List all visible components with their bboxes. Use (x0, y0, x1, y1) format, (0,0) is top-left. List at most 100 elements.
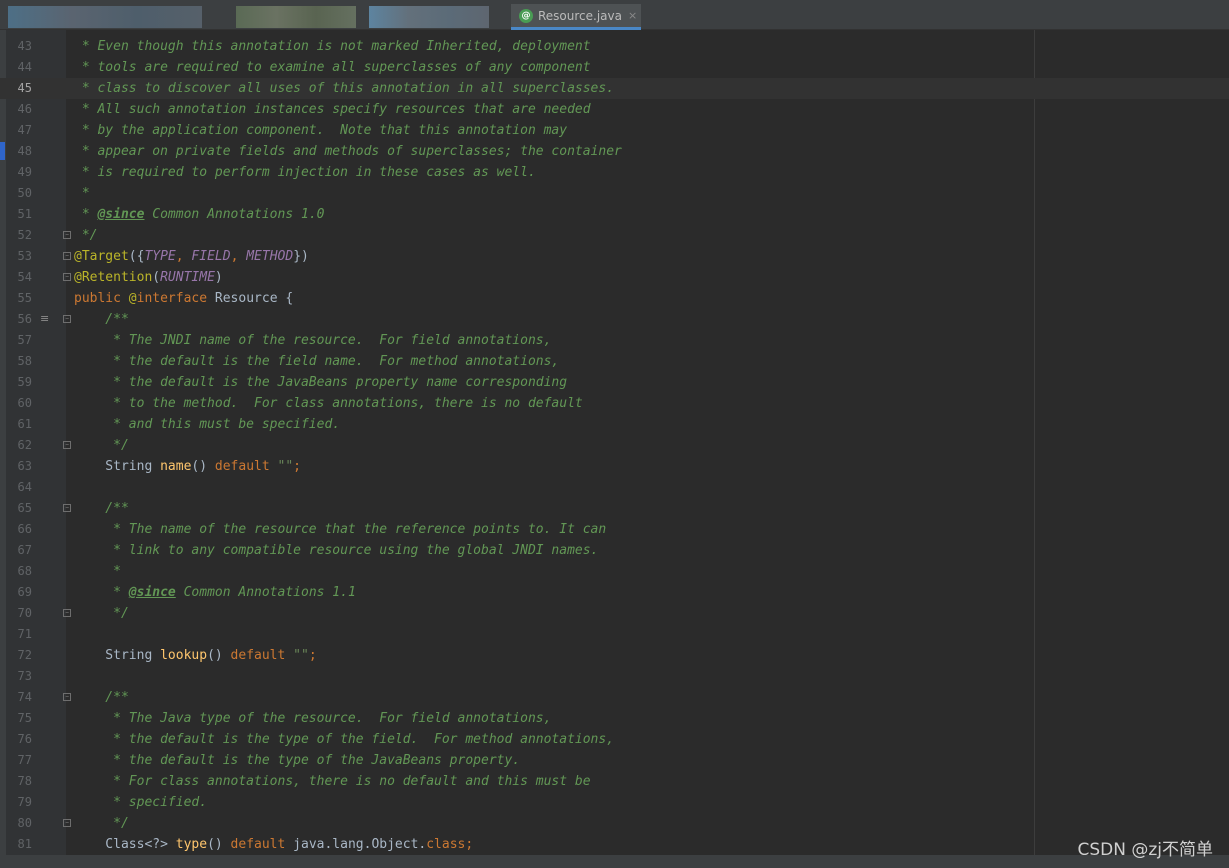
code-token: Common Annotations 1.1 (175, 585, 356, 600)
code-editor[interactable]: 43 * Even though this annotation is not … (0, 30, 1229, 868)
fold-marker-icon[interactable]: − (63, 252, 71, 260)
line-number[interactable]: 78 (6, 771, 32, 792)
code-line[interactable]: 60 * to the method. For class annotation… (0, 393, 1229, 414)
code-line[interactable]: 53 − @Target({TYPE, FIELD, METHOD}) (0, 246, 1229, 267)
fold-marker-icon[interactable]: − (63, 609, 71, 617)
line-number[interactable]: 49 (6, 162, 32, 183)
code-line[interactable]: 73 (0, 666, 1229, 687)
line-number[interactable]: 74 (6, 687, 32, 708)
line-number[interactable]: 72 (6, 645, 32, 666)
code-line[interactable]: 65 − /** (0, 498, 1229, 519)
code-line[interactable]: 51 * @since Common Annotations 1.0 (0, 204, 1229, 225)
code-line[interactable]: 77 * the default is the type of the Java… (0, 750, 1229, 771)
line-number[interactable]: 68 (6, 561, 32, 582)
code-line[interactable]: 80 − */ (0, 813, 1229, 834)
line-number[interactable]: 43 (6, 36, 32, 57)
line-number[interactable]: 64 (6, 477, 32, 498)
code-line[interactable]: 78 * For class annotations, there is no … (0, 771, 1229, 792)
tab-resource-java[interactable]: @ Resource.java × (511, 4, 641, 30)
fold-marker-icon[interactable]: − (63, 273, 71, 281)
line-number[interactable]: 75 (6, 708, 32, 729)
code-line[interactable]: 54 − @Retention(RUNTIME) (0, 267, 1229, 288)
line-number[interactable]: 53 (6, 246, 32, 267)
code-token: default (230, 648, 294, 663)
line-number[interactable]: 73 (6, 666, 32, 687)
line-number[interactable]: 61 (6, 414, 32, 435)
code-line[interactable]: 56 ≡ − /** (0, 309, 1229, 330)
code-line[interactable]: 76 * the default is the type of the fiel… (0, 729, 1229, 750)
line-number[interactable]: 44 (6, 57, 32, 78)
code-line[interactable]: 63 String name() default ""; (0, 456, 1229, 477)
line-number[interactable]: 67 (6, 540, 32, 561)
code-token: }) (293, 249, 309, 264)
fold-marker-icon[interactable]: − (63, 231, 71, 239)
code-line[interactable]: 55 public @interface Resource { (0, 288, 1229, 309)
blurred-tab-3[interactable] (369, 6, 489, 28)
code-line[interactable]: 49 * is required to perform injection in… (0, 162, 1229, 183)
line-number[interactable]: 60 (6, 393, 32, 414)
line-number[interactable]: 79 (6, 792, 32, 813)
line-number[interactable]: 76 (6, 729, 32, 750)
line-number[interactable]: 70 (6, 603, 32, 624)
code-line[interactable]: 64 (0, 477, 1229, 498)
code-line[interactable]: 62 − */ (0, 435, 1229, 456)
blurred-tab-1[interactable] (8, 6, 202, 28)
code-line[interactable]: 72 String lookup() default ""; (0, 645, 1229, 666)
fold-marker-icon[interactable]: − (63, 504, 71, 512)
code-line[interactable]: 68 * (0, 561, 1229, 582)
code-line[interactable]: 66 * The name of the resource that the r… (0, 519, 1229, 540)
line-number[interactable]: 47 (6, 120, 32, 141)
line-number[interactable]: 66 (6, 519, 32, 540)
line-number[interactable]: 52 (6, 225, 32, 246)
code-line[interactable]: 79 * specified. (0, 792, 1229, 813)
line-number[interactable]: 56 (6, 309, 32, 330)
line-number[interactable]: 62 (6, 435, 32, 456)
code-line[interactable]: 75 * The Java type of the resource. For … (0, 708, 1229, 729)
line-number[interactable]: 69 (6, 582, 32, 603)
line-number[interactable]: 59 (6, 372, 32, 393)
fold-marker-icon[interactable]: − (63, 819, 71, 827)
line-number[interactable]: 55 (6, 288, 32, 309)
line-number[interactable]: 48 (6, 141, 32, 162)
code-line[interactable]: 50 * (0, 183, 1229, 204)
code-line[interactable]: 58 * the default is the field name. For … (0, 351, 1229, 372)
line-number[interactable]: 65 (6, 498, 32, 519)
line-number[interactable]: 63 (6, 456, 32, 477)
code-line[interactable]: 57 * The JNDI name of the resource. For … (0, 330, 1229, 351)
code-text: @Target({TYPE, FIELD, METHOD}) (74, 246, 309, 267)
fold-marker-icon[interactable]: − (63, 441, 71, 449)
code-line[interactable]: 70 − */ (0, 603, 1229, 624)
code-line[interactable]: 61 * and this must be specified. (0, 414, 1229, 435)
fold-marker-icon[interactable]: − (63, 315, 71, 323)
code-line[interactable]: 67 * link to any compatible resource usi… (0, 540, 1229, 561)
line-number[interactable]: 58 (6, 351, 32, 372)
code-line[interactable]: 71 (0, 624, 1229, 645)
code-line[interactable]: 47 * by the application component. Note … (0, 120, 1229, 141)
code-line[interactable]: 46 * All such annotation instances speci… (0, 99, 1229, 120)
line-number[interactable]: 46 (6, 99, 32, 120)
line-number[interactable]: 45 (6, 78, 32, 99)
code-line[interactable]: 52 − */ (0, 225, 1229, 246)
line-number[interactable]: 50 (6, 183, 32, 204)
fold-marker-icon[interactable]: − (63, 693, 71, 701)
line-number[interactable]: 51 (6, 204, 32, 225)
code-line[interactable]: 45 * class to discover all uses of this … (0, 78, 1229, 99)
line-number[interactable]: 57 (6, 330, 32, 351)
code-line[interactable]: 74 − /** (0, 687, 1229, 708)
code-line[interactable]: 44 * tools are required to examine all s… (0, 57, 1229, 78)
blurred-tab-2[interactable] (236, 6, 356, 28)
tab-close-icon[interactable]: × (628, 9, 637, 22)
code-line[interactable]: 81 Class<?> type() default java.lang.Obj… (0, 834, 1229, 855)
implementation-icon[interactable]: ≡ (40, 312, 49, 325)
line-number[interactable]: 80 (6, 813, 32, 834)
code-line[interactable]: 48 * appear on private fields and method… (0, 141, 1229, 162)
line-number[interactable]: 81 (6, 834, 32, 855)
code-line[interactable]: 43 * Even though this annotation is not … (0, 36, 1229, 57)
line-number[interactable]: 71 (6, 624, 32, 645)
line-number[interactable]: 54 (6, 267, 32, 288)
code-text: Class<?> type() default java.lang.Object… (74, 834, 473, 855)
line-number[interactable]: 77 (6, 750, 32, 771)
code-line[interactable]: 69 * @since Common Annotations 1.1 (0, 582, 1229, 603)
code-line[interactable]: 59 * the default is the JavaBeans proper… (0, 372, 1229, 393)
code-token: RUNTIME (160, 270, 215, 285)
